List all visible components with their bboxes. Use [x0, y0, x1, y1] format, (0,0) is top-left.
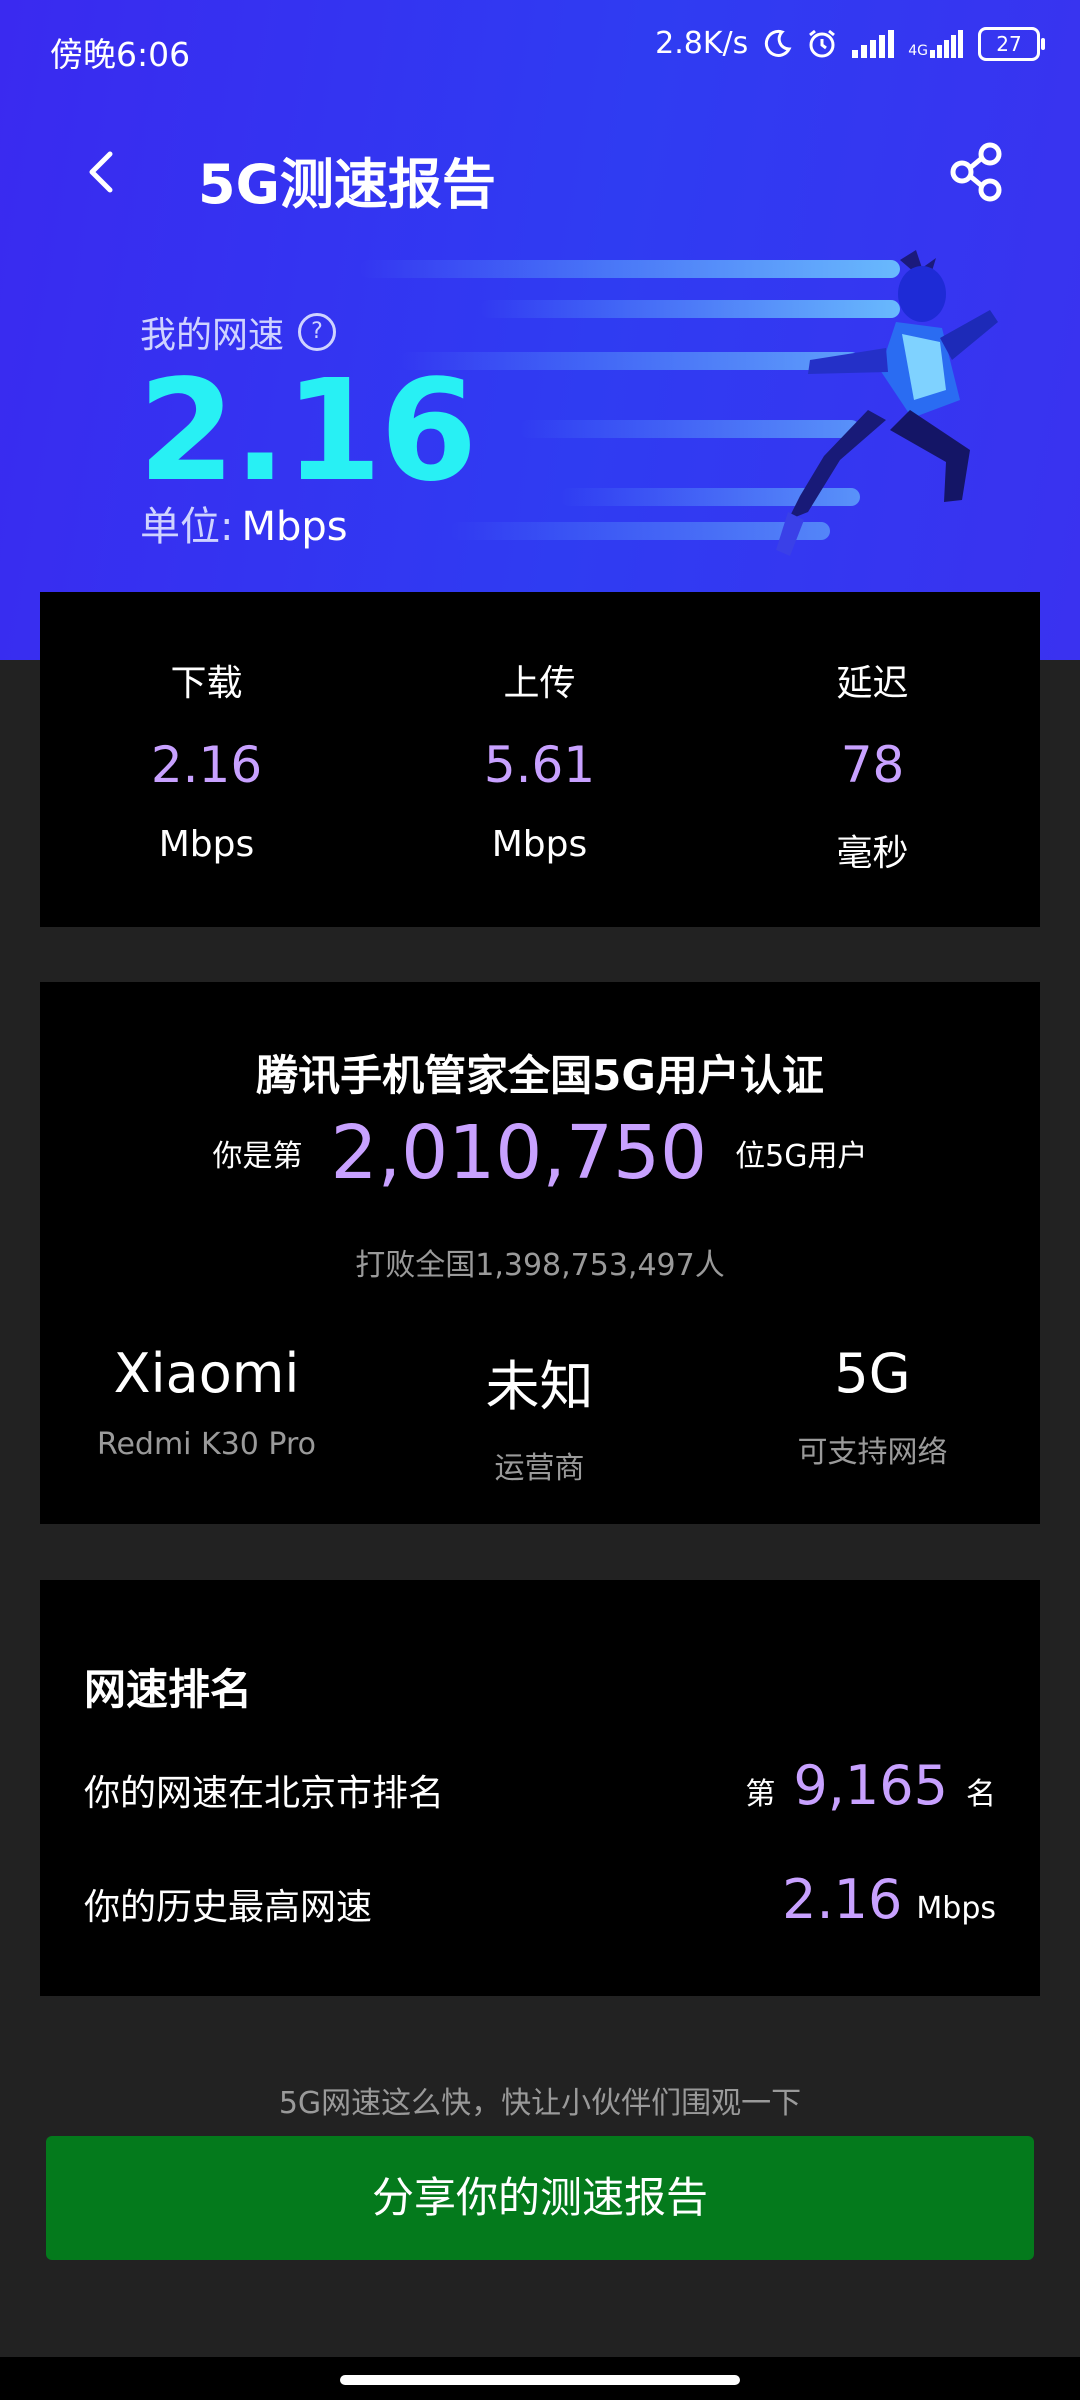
- ranking-card: 网速排名 你的网速在北京市排名 第 9,165 名 你的历史最高网速 2.16 …: [40, 1580, 1040, 1996]
- device-value: 5G: [834, 1342, 911, 1405]
- stat-unit: Mbps: [158, 824, 255, 865]
- stat-value: 78: [840, 736, 905, 794]
- net-speed: 2.8K/s: [655, 26, 749, 61]
- network-type-label: 4G: [908, 42, 928, 59]
- battery-icon: 27: [978, 26, 1045, 61]
- device-brand: Xiaomi Redmi K30 Pro: [40, 1342, 373, 1462]
- help-icon[interactable]: ?: [298, 313, 337, 351]
- beat-text: 打败全国1,398,753,497人: [355, 1248, 725, 1283]
- stat-upload: 上传 5.61 Mbps: [373, 592, 706, 865]
- speed-stats-card: 下载 2.16 Mbps 上传 5.61 Mbps 延迟 78 毫秒: [40, 592, 1040, 927]
- certification-title: 腾讯手机管家全国5G用户认证: [256, 1051, 824, 1100]
- device-sub: Redmi K30 Pro: [96, 1427, 317, 1462]
- battery-level: 27: [996, 31, 1022, 56]
- device-carrier: 未知 运营商: [373, 1342, 706, 1487]
- status-icons: 2.8K/s 4G 27: [655, 26, 1045, 61]
- running-hero-illustration: [776, 250, 998, 556]
- city-rank-value: 9,165: [793, 1754, 948, 1817]
- home-indicator[interactable]: [340, 2375, 740, 2385]
- max-speed-value: 2.16: [782, 1868, 903, 1931]
- device-sub: 运营商: [494, 1451, 585, 1486]
- stat-label: 上传: [503, 663, 576, 704]
- device-value: Xiaomi: [113, 1342, 300, 1405]
- stat-unit: Mbps: [491, 824, 588, 865]
- unit-value: Mbps: [241, 504, 348, 550]
- unit-label: 单位:: [140, 504, 234, 550]
- stat-label: 下载: [170, 663, 243, 704]
- city-rank-label: 你的网速在北京市排名: [84, 1773, 445, 1814]
- device-network: 5G 可支持网络: [706, 1342, 1039, 1471]
- device-value: 未知: [485, 1355, 594, 1418]
- speed-value: 2.16: [138, 350, 477, 513]
- rank-number: 2,010,750: [330, 1110, 708, 1196]
- moon-icon: [765, 29, 792, 57]
- invite-text: 5G网速这么快，快让小伙伴们围观一下: [278, 2086, 802, 2121]
- status-bar: 傍晚6:06 2.8K/s 4G 27: [0, 0, 1080, 96]
- city-rank-row: 你的网速在北京市排名 第 9,165 名: [84, 1754, 996, 1824]
- share-icon[interactable]: [946, 140, 1010, 204]
- rank-suffix: 位5G用户: [735, 1139, 868, 1174]
- device-sub: 可支持网络: [797, 1435, 948, 1470]
- hero-banner: 傍晚6:06 2.8K/s 4G 27 5G测速报告 我的网速 ? 2.16 单…: [0, 0, 1080, 660]
- user-rank-line: 你是第 2,010,750 位5G用户: [40, 1110, 1040, 1196]
- page-title: 5G测速报告: [198, 153, 496, 216]
- city-rank-suffix: 名: [966, 1777, 996, 1812]
- max-speed-row: 你的历史最高网速 2.16 Mbps: [84, 1868, 996, 1938]
- stat-latency: 延迟 78 毫秒: [706, 592, 1039, 876]
- stat-unit: 毫秒: [836, 833, 909, 874]
- certification-card: 腾讯手机管家全国5G用户认证 你是第 2,010,750 位5G用户 打败全国1,3…: [40, 982, 1040, 1524]
- max-speed-unit: Mbps: [916, 1891, 996, 1926]
- city-rank-prefix: 第: [745, 1777, 776, 1812]
- stat-label: 延迟: [836, 663, 909, 704]
- alarm-icon: [809, 29, 836, 57]
- signal-4g-icon: 4G: [908, 29, 964, 59]
- max-speed-value-group: 2.16 Mbps: [764, 1868, 996, 1931]
- status-time: 傍晚6:06: [50, 35, 191, 74]
- rank-prefix: 你是第: [212, 1139, 303, 1174]
- signal-icon: [852, 29, 895, 58]
- city-rank-value-group: 第 9,165 名: [745, 1754, 996, 1817]
- max-speed-label: 你的历史最高网速: [84, 1887, 373, 1928]
- speed-unit: 单位: Mbps: [140, 494, 348, 552]
- stat-value: 5.61: [483, 736, 596, 794]
- ranking-title: 网速排名: [84, 1665, 253, 1714]
- chevron-left-icon[interactable]: [78, 140, 122, 204]
- share-report-button[interactable]: 分享你的测速报告: [46, 2136, 1034, 2260]
- stat-download: 下载 2.16 Mbps: [40, 592, 373, 865]
- stat-value: 2.16: [150, 736, 263, 794]
